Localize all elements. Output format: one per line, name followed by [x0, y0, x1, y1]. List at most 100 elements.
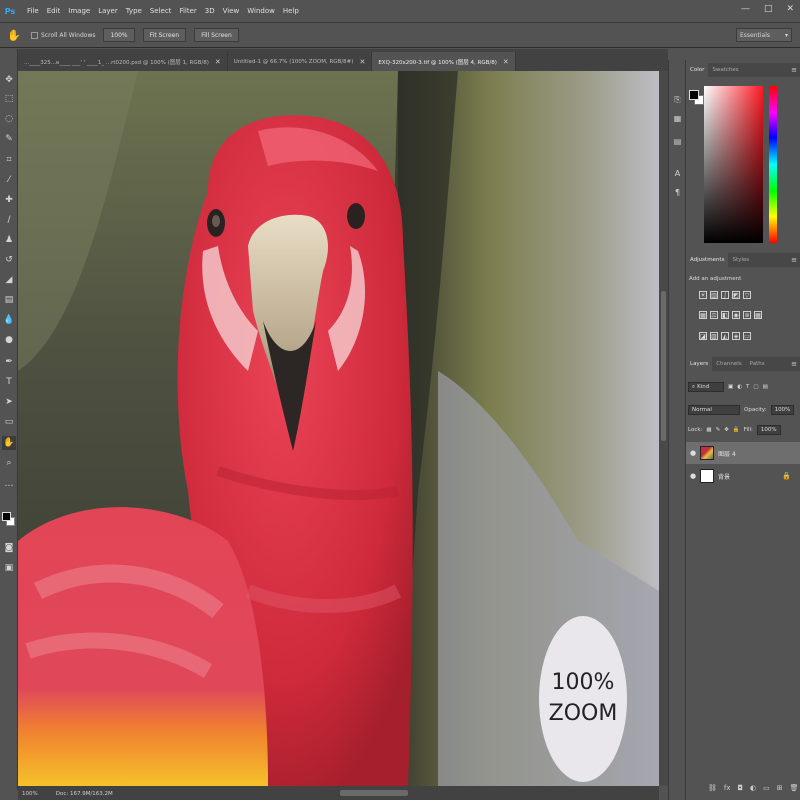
- path-select-icon[interactable]: ➤: [2, 395, 16, 409]
- character-panel-icon[interactable]: A: [671, 167, 684, 180]
- brush-tool-icon[interactable]: ∕: [2, 213, 16, 227]
- menu-file[interactable]: File: [23, 7, 43, 15]
- lock-transparency-icon[interactable]: ▦: [706, 427, 711, 433]
- menu-type[interactable]: Type: [122, 7, 146, 15]
- dodge-tool-icon[interactable]: ●: [2, 333, 16, 347]
- menu-image[interactable]: Image: [64, 7, 94, 15]
- tab-swatches[interactable]: Swatches: [708, 63, 742, 77]
- panel-menu-icon[interactable]: ≡: [791, 360, 797, 368]
- fit-screen-button[interactable]: Fit Screen: [142, 28, 187, 42]
- levels-icon[interactable]: ▥: [710, 291, 718, 299]
- zoom-tool-icon[interactable]: ⌕: [2, 456, 16, 470]
- brush-panel-icon[interactable]: ▦: [671, 112, 684, 125]
- hand-tool-icon[interactable]: ✋: [2, 436, 16, 450]
- menu-filter[interactable]: Filter: [175, 7, 200, 15]
- eyedropper-tool-icon[interactable]: ⁄: [2, 173, 16, 187]
- menu-edit[interactable]: Edit: [43, 7, 65, 15]
- hand-icon[interactable]: ✋: [5, 26, 23, 44]
- channel-mixer-icon[interactable]: ⊛: [743, 311, 751, 319]
- new-adjustment-icon[interactable]: ◐: [750, 784, 756, 792]
- add-mask-icon[interactable]: ◘: [738, 784, 744, 792]
- color-lookup-icon[interactable]: ▦: [754, 311, 762, 319]
- close-icon[interactable]: ✕: [786, 4, 794, 14]
- horizontal-scroll-thumb[interactable]: [340, 790, 408, 796]
- document-tab-3-active[interactable]: EXQ-320x200-3.tif @ 100% (图层 4, RGB/8) ✕: [372, 52, 516, 71]
- crop-tool-icon[interactable]: ⌗: [2, 153, 16, 167]
- vibrance-icon[interactable]: ▽: [743, 291, 751, 299]
- exposure-icon[interactable]: ◩: [732, 291, 740, 299]
- scroll-all-windows-checkbox[interactable]: [31, 31, 38, 39]
- tab-layers[interactable]: Layers: [686, 357, 713, 371]
- type-tool-icon[interactable]: T: [2, 375, 16, 389]
- lock-pixels-icon[interactable]: ✎: [716, 427, 721, 433]
- layer-filter-select[interactable]: ⌕ Kind: [688, 382, 724, 392]
- posterize-icon[interactable]: ▨: [710, 332, 718, 340]
- brightness-icon[interactable]: ☀: [699, 291, 707, 299]
- properties-panel-icon[interactable]: ▤: [671, 135, 684, 148]
- panel-foreground-swatch[interactable]: [689, 90, 699, 100]
- curves-icon[interactable]: ∫: [721, 291, 729, 299]
- vertical-scroll-thumb[interactable]: [661, 291, 666, 441]
- selective-color-icon[interactable]: ◈: [732, 332, 740, 340]
- tab-channels[interactable]: Channels: [712, 357, 745, 371]
- delete-layer-icon[interactable]: 🗑: [790, 784, 799, 792]
- pen-tool-icon[interactable]: ✒: [2, 355, 16, 369]
- eraser-tool-icon[interactable]: ◢: [2, 273, 16, 287]
- history-brush-icon[interactable]: ↺: [2, 253, 16, 267]
- screen-mode-icon[interactable]: ▣: [2, 561, 16, 575]
- filter-adjustment-icon[interactable]: ◐: [737, 384, 742, 390]
- lasso-tool-icon[interactable]: ◌: [2, 112, 16, 126]
- blur-tool-icon[interactable]: 💧: [2, 313, 16, 327]
- quick-mask-icon[interactable]: ◙: [2, 541, 16, 555]
- marquee-tool-icon[interactable]: ⬚: [2, 92, 16, 106]
- invert-icon[interactable]: ◪: [699, 332, 707, 340]
- history-panel-icon[interactable]: ⎘: [671, 93, 684, 106]
- document-tab-2[interactable]: Untitled-1 @ 66.7% (100% ZOOM, RGB/8#) ✕: [228, 52, 373, 71]
- close-tab-icon[interactable]: ✕: [503, 58, 509, 66]
- eye-icon[interactable]: ●: [686, 472, 700, 480]
- rectangle-tool-icon[interactable]: ▭: [2, 415, 16, 429]
- opacity-input[interactable]: 100%: [770, 405, 795, 415]
- tab-color[interactable]: Color: [686, 63, 709, 77]
- filter-shape-icon[interactable]: ▢: [753, 384, 758, 390]
- clone-stamp-icon[interactable]: ♟: [2, 233, 16, 247]
- threshold-icon[interactable]: ◭: [721, 332, 729, 340]
- more-tools-icon[interactable]: …: [2, 477, 16, 491]
- lock-all-icon[interactable]: 🔒: [733, 427, 740, 433]
- new-layer-icon[interactable]: ⊞: [777, 784, 783, 792]
- tab-adjustments[interactable]: Adjustments: [686, 253, 729, 267]
- eye-icon[interactable]: ●: [686, 449, 700, 457]
- layer-row-layer4[interactable]: ● 图层 4: [686, 442, 800, 464]
- hue-slider[interactable]: [769, 86, 777, 243]
- quick-select-tool-icon[interactable]: ✎: [2, 132, 16, 146]
- filter-type-icon[interactable]: T: [746, 384, 749, 390]
- color-balance-icon[interactable]: ⚖: [710, 311, 718, 319]
- menu-3d[interactable]: 3D: [201, 7, 219, 15]
- status-zoom[interactable]: 100%: [22, 791, 38, 797]
- paragraph-panel-icon[interactable]: ¶: [671, 186, 684, 199]
- maximize-icon[interactable]: □: [764, 4, 773, 14]
- document-tab-1[interactable]: ...____325...e____ ___' ' ____1_ ...rt02…: [18, 52, 228, 71]
- new-group-icon[interactable]: ▭: [763, 784, 770, 792]
- black-white-icon[interactable]: ◧: [721, 311, 729, 319]
- healing-brush-icon[interactable]: ✚: [2, 193, 16, 207]
- photo-filter-icon[interactable]: ◉: [732, 311, 740, 319]
- tab-styles[interactable]: Styles: [728, 253, 753, 267]
- menu-layer[interactable]: Layer: [94, 7, 122, 15]
- menu-help[interactable]: Help: [279, 7, 303, 15]
- close-tab-icon[interactable]: ✕: [215, 58, 221, 66]
- menu-view[interactable]: View: [219, 7, 244, 15]
- link-layers-icon[interactable]: ⛓: [708, 784, 717, 792]
- layer-style-icon[interactable]: fx: [724, 784, 731, 792]
- blend-mode-select[interactable]: Normal: [688, 405, 740, 415]
- move-tool-icon[interactable]: ✥: [2, 73, 16, 87]
- layer-row-background[interactable]: ● 背景 🔒: [686, 465, 800, 487]
- tab-paths[interactable]: Paths: [746, 357, 769, 371]
- vertical-scrollbar[interactable]: [659, 71, 668, 786]
- gradient-tool-icon[interactable]: ▤: [2, 293, 16, 307]
- lock-position-icon[interactable]: ✥: [724, 427, 729, 433]
- panel-menu-icon[interactable]: ≡: [791, 256, 797, 264]
- zoom-100-button[interactable]: 100%: [103, 28, 135, 42]
- menu-select[interactable]: Select: [146, 7, 176, 15]
- menu-window[interactable]: Window: [243, 7, 279, 15]
